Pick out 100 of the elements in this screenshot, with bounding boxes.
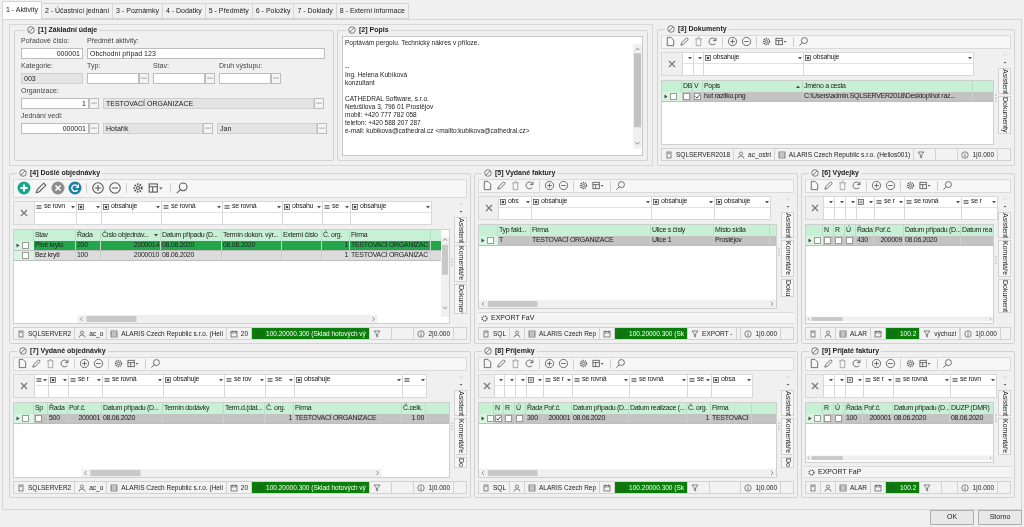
pencil-icon[interactable] <box>34 181 48 195</box>
browse-button[interactable] <box>139 72 149 84</box>
clear-filter-button[interactable] <box>806 374 823 397</box>
caret-down-icon[interactable] <box>991 198 997 205</box>
trash-icon[interactable] <box>45 358 56 369</box>
filter-operator[interactable] <box>77 201 101 213</box>
scrollbar[interactable] <box>806 315 993 323</box>
gear-icon[interactable] <box>905 358 916 369</box>
checkbox[interactable] <box>487 236 494 244</box>
checkbox[interactable] <box>683 92 690 100</box>
new-file-icon[interactable] <box>809 358 820 369</box>
pencil-icon[interactable] <box>496 180 507 191</box>
clear-filter-button[interactable] <box>479 196 498 219</box>
pencil-icon[interactable] <box>823 180 834 191</box>
clear-filter-button[interactable] <box>14 201 34 224</box>
new-file-icon[interactable] <box>665 36 676 47</box>
scrollbar[interactable] <box>806 454 993 462</box>
plus-circle-icon[interactable] <box>727 36 738 47</box>
input-field[interactable] <box>153 72 205 84</box>
refresh-icon[interactable] <box>59 358 70 369</box>
checkbox[interactable] <box>824 236 831 244</box>
input-field[interactable] <box>87 72 139 84</box>
refresh-icon[interactable] <box>851 180 862 191</box>
pencil-icon[interactable] <box>679 36 690 47</box>
caret-down-icon[interactable] <box>420 376 426 383</box>
trash-icon[interactable] <box>837 180 848 191</box>
new-file-icon[interactable] <box>482 180 493 191</box>
gear-icon[interactable] <box>761 36 772 47</box>
checkbox[interactable] <box>516 414 523 422</box>
search-icon[interactable] <box>942 180 953 191</box>
checkbox[interactable] <box>835 236 842 244</box>
pencil-icon[interactable] <box>31 358 42 369</box>
plus-circle-icon[interactable] <box>871 180 882 191</box>
add-icon[interactable] <box>17 181 31 195</box>
checkbox[interactable] <box>22 414 29 422</box>
caret-down-icon[interactable] <box>746 376 752 383</box>
plus-circle-icon[interactable] <box>871 358 882 369</box>
checkbox[interactable] <box>694 92 701 100</box>
new-file-icon[interactable] <box>17 358 28 369</box>
checkbox[interactable] <box>35 414 42 422</box>
browse-button[interactable] <box>314 97 324 109</box>
gear-icon[interactable] <box>905 180 916 191</box>
minus-circle-icon[interactable] <box>558 358 569 369</box>
plus-circle-icon[interactable] <box>544 180 555 191</box>
checkbox[interactable] <box>22 241 29 249</box>
plus-circle-icon[interactable] <box>544 358 555 369</box>
caret-down-icon[interactable] <box>990 376 996 383</box>
gear-icon[interactable] <box>578 358 589 369</box>
checkbox[interactable] <box>22 251 29 259</box>
plus-circle-icon[interactable] <box>91 181 105 195</box>
gear-icon[interactable] <box>578 180 589 191</box>
table-caret-icon[interactable] <box>127 358 141 369</box>
new-file-icon[interactable] <box>482 358 493 369</box>
plus-circle-icon[interactable] <box>79 358 90 369</box>
gear-icon[interactable] <box>131 181 145 195</box>
checkbox[interactable] <box>846 236 853 244</box>
minus-circle-icon[interactable] <box>93 358 104 369</box>
table-caret-icon[interactable] <box>592 358 606 369</box>
search-icon[interactable] <box>942 358 953 369</box>
clear-filter-button[interactable] <box>806 196 823 219</box>
checkbox[interactable] <box>495 414 502 422</box>
minus-circle-icon[interactable] <box>108 181 122 195</box>
clear-filter-button[interactable] <box>662 52 682 75</box>
table-caret-icon[interactable] <box>919 180 933 191</box>
browse-button[interactable] <box>203 122 213 134</box>
refresh-icon[interactable] <box>851 358 862 369</box>
caret-down-icon[interactable] <box>764 198 770 205</box>
caret-down-icon[interactable] <box>967 54 973 61</box>
refresh-icon[interactable] <box>524 180 535 191</box>
minus-circle-icon[interactable] <box>885 180 896 191</box>
filter-operator[interactable] <box>857 196 874 208</box>
trash-icon[interactable] <box>693 36 704 47</box>
scrollbar[interactable] <box>479 469 776 477</box>
table-caret-icon[interactable] <box>592 180 606 191</box>
clear-filter-button[interactable] <box>479 374 494 397</box>
minus-circle-icon[interactable] <box>558 180 569 191</box>
checkbox[interactable] <box>835 414 842 422</box>
checkbox[interactable] <box>824 414 831 422</box>
refresh-icon[interactable] <box>707 36 718 47</box>
checkbox[interactable] <box>814 414 821 422</box>
browse-button[interactable] <box>89 122 99 134</box>
search-icon[interactable] <box>615 358 626 369</box>
filter-operator[interactable] <box>846 374 863 386</box>
browse-button[interactable] <box>317 122 327 134</box>
checkbox[interactable] <box>505 414 512 422</box>
minus-circle-icon[interactable] <box>885 358 896 369</box>
scrollbar[interactable] <box>479 300 776 308</box>
pencil-icon[interactable] <box>496 358 507 369</box>
browse-button[interactable] <box>205 72 215 84</box>
clear-filter-button[interactable] <box>14 374 34 397</box>
delete-icon[interactable] <box>51 181 65 195</box>
gear-icon[interactable] <box>113 358 124 369</box>
minus-circle-icon[interactable] <box>741 36 752 47</box>
pencil-icon[interactable] <box>823 358 834 369</box>
trash-icon[interactable] <box>510 358 521 369</box>
checkbox[interactable] <box>814 236 821 244</box>
search-icon[interactable] <box>175 181 189 195</box>
browse-button[interactable] <box>271 72 281 84</box>
search-icon[interactable] <box>150 358 161 369</box>
filter-operator[interactable] <box>49 374 68 386</box>
